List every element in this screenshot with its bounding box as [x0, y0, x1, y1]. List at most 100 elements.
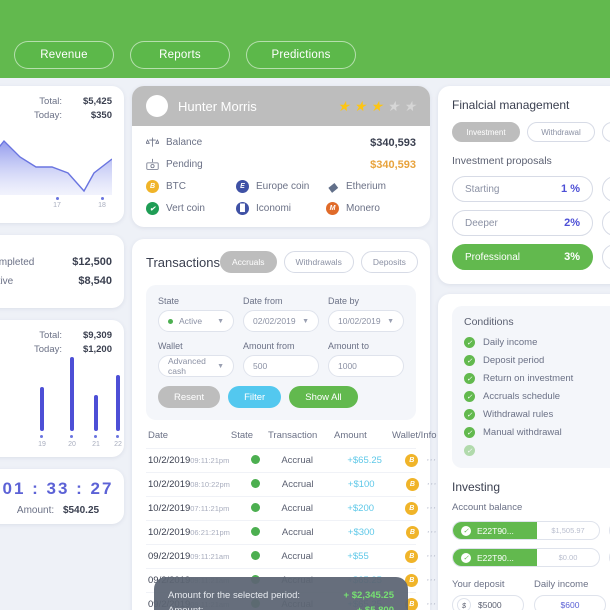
proposal-advanced[interactable]: Ad [602, 210, 610, 236]
value-date-from: 02/02/2019 [253, 316, 296, 326]
filter-button[interactable]: Filter [228, 386, 282, 408]
proposal-vip[interactable]: VIP [602, 244, 610, 270]
star-icon-5[interactable]: ★ [403, 98, 416, 115]
countdown-card: 01 : 33 : 27 Amount: $540.25 [0, 469, 124, 524]
conditions-panel: Conditions ✓ Daily income ✓ Deposit period… [452, 306, 610, 468]
table-row[interactable]: 10/2/201908:10:22pm Accrual +$100 B ⋯ [146, 472, 436, 496]
table-row[interactable]: 09/2/201909:11:21am Accrual +$55 B ⋯ [146, 544, 435, 568]
financial-title: Finalcial management [452, 98, 570, 112]
row-menu-icon[interactable]: ⋯ [426, 527, 437, 538]
segment-additional[interactable]: A [602, 122, 610, 142]
stat-value-deposit[interactable]: $ $5000 [452, 595, 524, 610]
coin-iconomi[interactable]: █ Iconomi [236, 202, 326, 215]
financial-management-card: Finalcial management Investment Withdraw… [438, 86, 610, 284]
wallet-balance-item[interactable]: ✓ E22T90... $1,505.97 [452, 521, 600, 540]
proposal-row-2: Deeper 2% Ad [452, 210, 610, 236]
row-amount: +$200 [347, 503, 375, 514]
pill-accruals[interactable]: Accruals [219, 251, 277, 273]
legend-label-active: Active [0, 275, 14, 287]
legend-value-completed: $12,500 [72, 256, 112, 268]
balance-row-2: ✓ E22T90... $0.00 ✓ [452, 548, 610, 567]
input-amount-from[interactable]: 500 [243, 355, 319, 377]
check-icon: ✓ [464, 445, 475, 456]
table-row[interactable]: 10/2/201909:11:21pm Accrual +$65.25 B ⋯ [146, 448, 435, 472]
bar-total-row: Total: $9,309 [0, 330, 112, 341]
coin-etherium[interactable]: ◆ Etherium [326, 179, 416, 194]
row-date: 10/2/2019 [148, 455, 191, 466]
select-date-by[interactable]: 10/02/2019 ▼ [328, 310, 404, 332]
check-icon: ✓ [464, 427, 475, 438]
proposal-starting[interactable]: Starting 1 % [452, 176, 593, 202]
star-icon-2[interactable]: ★ [354, 98, 367, 115]
star-icon-4[interactable]: ★ [387, 98, 400, 115]
condition-item: ✓ Return on investment [464, 373, 610, 384]
legend-row-completed: Completed $12,500 [0, 256, 112, 268]
wallet-balance-item[interactable]: ✓ E22T90... $0.00 [452, 548, 600, 567]
coin-label-vert: Vert coin [166, 203, 205, 214]
summary-value-period: + $2,345.25 [343, 590, 394, 601]
label-amount-from: Amount from [243, 341, 295, 351]
rating-stars[interactable]: ★ ★ ★ ★ ★ [337, 98, 416, 115]
row-menu-icon[interactable]: ⋯ [425, 455, 436, 466]
col-date: Date [148, 430, 169, 441]
etherium-icon: ◆ [327, 179, 338, 194]
tab-reports[interactable]: Reports [130, 41, 230, 69]
row-amount: +$55 [347, 551, 369, 562]
stat-label-daily-income: Daily income [534, 579, 589, 590]
coin-vert[interactable]: ✔ Vert coin [146, 202, 236, 215]
check-icon: ✓ [464, 337, 475, 348]
bar-chart: 19 20 21 22 [0, 357, 122, 448]
segment-investment[interactable]: Investment [452, 122, 520, 142]
input-amount-to[interactable]: 1000 [328, 355, 404, 377]
table-row[interactable]: 10/2/201907:11:21pm Accrual +$200 B ⋯ [146, 496, 435, 520]
coin-europe[interactable]: E Europe coin [236, 180, 326, 193]
proposal-rate-starting: 1 % [561, 183, 580, 195]
revenue-area-card: Total: $5,425 Today: $350 17 18 [0, 86, 124, 223]
row-transaction: Accrual [281, 455, 314, 466]
tab-predictions[interactable]: Predictions [246, 41, 356, 69]
row-menu-icon[interactable]: ⋯ [425, 599, 436, 610]
star-icon-3[interactable]: ★ [370, 98, 383, 115]
proposal-deeper[interactable]: Deeper 2% [452, 210, 593, 236]
select-wallet[interactable]: Advanced cash ▼ [158, 355, 234, 377]
dollar-icon: $ [457, 598, 471, 610]
row-menu-icon[interactable]: ⋯ [426, 479, 437, 490]
coin-monero[interactable]: M Monero [326, 202, 416, 215]
proposal-professional[interactable]: Professional 3% [452, 244, 593, 270]
bar-today-row: Today: $1,200 [0, 344, 112, 355]
pill-withdrawals[interactable]: Withdrawals [283, 251, 354, 273]
bar-total-label: Total: [39, 330, 62, 341]
value-amount-from: 500 [253, 361, 268, 371]
stat-your-deposit: Your deposit $ $5000 [452, 579, 524, 610]
left-column: Total: $5,425 Today: $350 17 18 mpleted … [0, 86, 124, 524]
show-all-button[interactable]: Show All [289, 386, 358, 408]
area-total-label: Total: [39, 96, 62, 107]
row-menu-icon[interactable]: ⋯ [425, 575, 436, 586]
conditions-title: Conditions [464, 316, 514, 328]
segment-withdrawal[interactable]: Withdrawal [527, 122, 595, 142]
balance-scale-icon [146, 137, 159, 147]
coin-label-monero: Monero [346, 203, 380, 214]
btc-coin-icon: B [405, 454, 419, 467]
proposal-standard[interactable]: St [602, 176, 610, 202]
table-row[interactable]: 10/2/201906:21:21pm Accrual +$300 B ⋯ [146, 520, 436, 544]
bar-4 [116, 375, 120, 431]
field-wallet: Wallet Advanced cash ▼ [158, 341, 234, 377]
avatar [146, 95, 168, 117]
coin-btc[interactable]: B BTC [146, 180, 236, 193]
star-icon-1[interactable]: ★ [337, 98, 350, 115]
resent-button[interactable]: Resent [158, 386, 221, 408]
stat-value-daily-income[interactable]: $600 [534, 595, 606, 610]
btc-coin-icon: B [146, 180, 159, 193]
row-menu-icon[interactable]: ⋯ [425, 503, 436, 514]
row-menu-icon[interactable]: ⋯ [425, 551, 436, 562]
label-state: State [158, 296, 180, 306]
summary-row-amount: Amount: + $5,800 [168, 605, 394, 610]
tab-revenue[interactable]: Revenue [14, 41, 114, 69]
summary-label-period: Amount for the selected period: [168, 590, 301, 601]
select-date-from[interactable]: 02/02/2019 ▼ [243, 310, 319, 332]
select-state[interactable]: Active ▼ [158, 310, 234, 332]
pill-deposits[interactable]: Deposits [360, 251, 418, 273]
area-today-row: Today: $350 [0, 110, 112, 121]
coin-label-europe: Europe coin [256, 181, 310, 192]
